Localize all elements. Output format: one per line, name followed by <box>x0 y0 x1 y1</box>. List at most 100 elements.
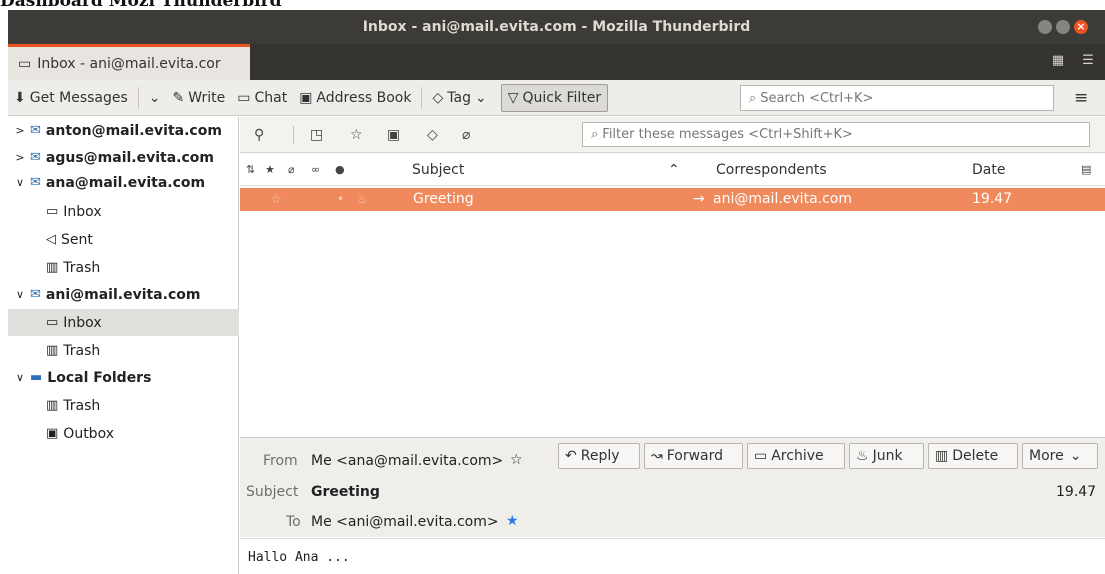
chat-label: Chat <box>254 89 288 106</box>
close-window-button[interactable]: × <box>1074 20 1088 34</box>
forward-button[interactable]: ↝ Forward <box>644 443 743 469</box>
folder-item[interactable]: ▥ Trash <box>8 254 239 281</box>
chevron-down-icon: ⌄ <box>1069 448 1082 464</box>
folder-label: anton@mail.evita.com <box>45 122 222 139</box>
qf-divider <box>293 126 294 144</box>
chevron-right-icon[interactable]: > <box>14 124 26 137</box>
folder-item[interactable]: ▣ Outbox <box>8 420 239 447</box>
get-messages-button[interactable]: ⬇ Get Messages <box>8 84 134 112</box>
account-item[interactable]: ∨ ✉ ana@mail.evita.com <box>8 169 239 196</box>
message-list-header: ⇅ ★ ⌀ ∞ ● Subject ⌃ Correspondents Date … <box>240 156 1105 186</box>
junk-column-icon[interactable]: ● <box>335 163 345 176</box>
more-label: More <box>1029 448 1064 464</box>
folder-label: ani@mail.evita.com <box>45 286 201 303</box>
column-date[interactable]: Date <box>972 162 1005 178</box>
column-picker-icon[interactable]: ▤ <box>1081 163 1091 176</box>
tab-label: Inbox - ani@mail.evita.cor <box>37 55 221 72</box>
folder-item[interactable]: ▭ Inbox <box>8 309 239 336</box>
forward-label: Forward <box>666 448 724 464</box>
junk-button[interactable]: ♨ Junk <box>849 443 924 469</box>
star-column-icon[interactable]: ★ <box>265 163 275 176</box>
table-row[interactable]: ☆ • ♨ Greeting → ani@mail.evita.com 19.4… <box>240 188 1105 211</box>
archive-button[interactable]: ▭ Archive <box>747 443 845 469</box>
subject-label: Subject <box>246 484 299 500</box>
folder-icon: ▬ <box>30 370 43 385</box>
search-icon: ⌕ <box>591 127 599 142</box>
address-book-button[interactable]: ▣ Address Book <box>293 84 417 112</box>
write-label: Write <box>188 89 226 106</box>
archive-label: Archive <box>771 448 824 464</box>
to-value[interactable]: Me <ani@mail.evita.com> <box>311 514 499 530</box>
junk-icon[interactable]: ♨ <box>357 192 368 206</box>
chevron-down-icon[interactable]: ∨ <box>14 288 26 301</box>
mail-account-icon: ✉ <box>30 175 41 190</box>
quick-filter-button[interactable]: ▽ Quick Filter <box>500 83 609 112</box>
chevron-down-icon[interactable]: ∨ <box>14 371 26 384</box>
thread-column-icon[interactable]: ⇅ <box>246 163 255 176</box>
search-placeholder: Search <Ctrl+K> <box>760 90 874 106</box>
unread-filter-icon[interactable]: ◳ <box>310 127 323 143</box>
star-icon[interactable]: ☆ <box>271 192 282 206</box>
calendar-icon[interactable]: ▦ <box>1050 53 1066 69</box>
folder-label: ana@mail.evita.com <box>45 174 206 191</box>
attachment-filter-icon[interactable]: ⌀ <box>462 127 470 143</box>
to-label: To <box>286 514 301 530</box>
window-titlebar: Inbox - ani@mail.evita.com - Mozilla Thu… <box>8 10 1105 44</box>
inbox-tray-icon: ▭ <box>18 55 32 72</box>
account-item[interactable]: > ✉ anton@mail.evita.com <box>8 117 239 144</box>
column-subject[interactable]: Subject <box>412 162 464 178</box>
pencil-icon: ✎ <box>172 89 185 106</box>
column-correspondents[interactable]: Correspondents <box>716 162 827 178</box>
sort-ascending-icon: ⌃ <box>668 162 680 178</box>
read-column-icon[interactable]: ∞ <box>311 163 320 176</box>
maximize-button[interactable] <box>1056 20 1070 34</box>
mail-account-icon: ✉ <box>30 123 41 138</box>
starred-filter-icon[interactable]: ☆ <box>350 127 363 143</box>
sticky-filter-icon[interactable]: ⚲ <box>254 127 264 143</box>
app-menu-icon[interactable]: ≡ <box>1074 88 1088 108</box>
get-messages-dropdown[interactable]: ⌄ <box>143 84 167 112</box>
reply-label: Reply <box>580 448 620 464</box>
quick-filter-bar: ⚲ ◳ ☆ ▣ ◇ ⌀ ⌕ Filter these messages <Ctr… <box>240 117 1105 153</box>
page-caption: Dashboard Mozi Thunderbird <box>0 0 282 11</box>
folder-label: Local Folders <box>47 369 152 386</box>
delete-button[interactable]: ▥ Delete <box>928 443 1018 469</box>
folder-item[interactable]: ▥ Trash <box>8 337 239 364</box>
account-item[interactable]: ∨ ▬ Local Folders <box>8 364 239 391</box>
filter-messages-input[interactable]: ⌕ Filter these messages <Ctrl+Shift+K> <box>582 122 1090 147</box>
tab-inbox[interactable]: ▭ Inbox - ani@mail.evita.cor <box>8 44 250 80</box>
search-input[interactable]: ⌕ Search <Ctrl+K> <box>740 85 1054 111</box>
folder-label: agus@mail.evita.com <box>45 149 215 166</box>
message-body-pane: Hallo Ana ... <box>240 538 1105 574</box>
tasks-icon[interactable]: ☰ <box>1080 53 1096 69</box>
mail-account-icon: ✉ <box>30 150 41 165</box>
chevron-down-icon[interactable]: ∨ <box>14 176 26 189</box>
folder-item[interactable]: ◁ Sent <box>8 226 239 253</box>
account-item[interactable]: > ✉ agus@mail.evita.com <box>8 144 239 171</box>
star-filled-icon[interactable]: ★ <box>506 513 519 529</box>
account-item[interactable]: ∨ ✉ ani@mail.evita.com <box>8 281 239 308</box>
read-dot-icon[interactable]: • <box>337 192 344 206</box>
message-date-header: 19.47 <box>1056 484 1097 500</box>
folder-item[interactable]: ▥ Trash <box>8 392 239 419</box>
tags-filter-icon[interactable]: ◇ <box>427 127 438 143</box>
tab-bar: ▭ Inbox - ani@mail.evita.cor ▦ ☰ <box>8 44 1105 80</box>
from-label: From <box>263 453 298 469</box>
folder-item[interactable]: ▭ Inbox <box>8 198 239 225</box>
address-book-icon: ▣ <box>299 89 313 106</box>
write-button[interactable]: ✎ Write <box>167 84 232 112</box>
minimize-button[interactable] <box>1038 20 1052 34</box>
reply-button[interactable]: ↶ Reply <box>558 443 640 469</box>
star-outline-icon[interactable]: ☆ <box>510 452 523 468</box>
from-value[interactable]: Me <ana@mail.evita.com> <box>311 453 503 469</box>
tag-button[interactable]: ◇ Tag ⌄ <box>426 84 492 112</box>
chevron-right-icon[interactable]: > <box>14 151 26 164</box>
reply-icon: ↶ <box>565 448 577 464</box>
attachment-column-icon[interactable]: ⌀ <box>288 163 295 176</box>
contact-filter-icon[interactable]: ▣ <box>387 127 400 143</box>
more-button[interactable]: More ⌄ <box>1022 443 1098 469</box>
folder-label: Trash <box>63 259 101 276</box>
trash-icon: ▥ <box>46 260 59 275</box>
junk-icon: ♨ <box>856 448 869 464</box>
chat-button[interactable]: ▭ Chat <box>231 84 293 112</box>
